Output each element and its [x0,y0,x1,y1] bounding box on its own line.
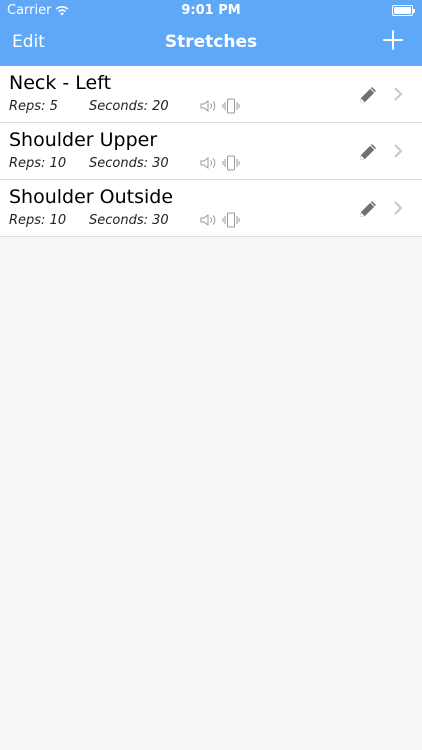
status-time: 9:01 PM [181,3,241,18]
vibrate-icon [222,155,240,171]
stretch-list: Neck - Left Reps: 5 Seconds: 20 Shoulder… [0,66,422,237]
header: Carrier 9:01 PM Edit Stretches [0,0,422,66]
status-bar: Carrier 9:01 PM [0,0,422,22]
sound-icon [200,214,216,226]
sound-icon [200,157,216,169]
stretch-name: Shoulder Outside [9,186,174,208]
stretch-seconds: Seconds: 30 [89,156,169,171]
vibrate-icon [222,212,240,228]
stretch-row[interactable]: Shoulder Upper Reps: 10 Seconds: 30 [0,123,422,180]
stretch-name: Neck - Left [9,72,112,94]
page-title: Stretches [164,32,258,52]
stretch-seconds: Seconds: 30 [89,213,169,228]
stretch-reps: Reps: 5 [9,99,58,114]
pencil-icon[interactable] [357,84,379,106]
chevron-right-icon [394,87,403,101]
add-icon[interactable] [382,29,404,51]
navbar: Edit Stretches [0,22,422,66]
stretch-seconds: Seconds: 20 [89,99,169,114]
stretch-name: Shoulder Upper [9,129,158,151]
stretch-row[interactable]: Shoulder Outside Reps: 10 Seconds: 30 [0,180,422,237]
sound-icon [200,100,216,112]
battery-icon [392,5,415,16]
pencil-icon[interactable] [357,141,379,163]
pencil-icon[interactable] [357,198,379,220]
stretch-row[interactable]: Neck - Left Reps: 5 Seconds: 20 [0,66,422,123]
stretch-reps: Reps: 10 [9,213,67,228]
chevron-right-icon [394,201,403,215]
chevron-right-icon [394,144,403,158]
stretch-reps: Reps: 10 [9,156,67,171]
vibrate-icon [222,98,240,114]
